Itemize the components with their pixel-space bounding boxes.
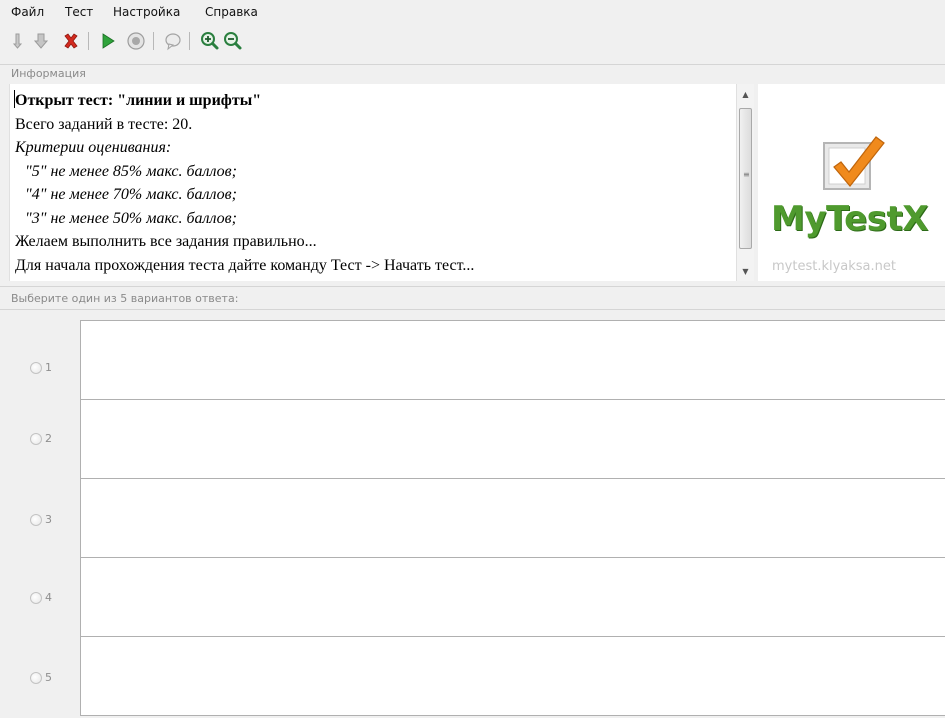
answers-list: 1 2 3 4 5 bbox=[0, 312, 945, 718]
zoom-in-button[interactable] bbox=[199, 30, 221, 52]
answers-section-label: Выберите один из 5 вариантов ответа: bbox=[11, 292, 239, 305]
stop-icon bbox=[127, 32, 145, 50]
test-title: Открыт тест: "линии и шрифты" bbox=[15, 92, 262, 109]
scroll-thumb[interactable]: ≡ bbox=[739, 108, 752, 249]
task-count: Всего заданий в тесте: 20. bbox=[15, 115, 193, 133]
answer-radio-4[interactable] bbox=[30, 592, 42, 604]
answer-option: 2 bbox=[0, 399, 945, 479]
section-divider bbox=[0, 286, 945, 287]
answer-option: 3 bbox=[0, 478, 945, 558]
answer-number: 3 bbox=[45, 513, 52, 526]
download-icon bbox=[33, 33, 49, 49]
answer-option: 5 bbox=[0, 636, 945, 716]
logo-panel: MyTestX mytest.klyaksa.net bbox=[758, 84, 945, 281]
toolbar-separator bbox=[189, 32, 190, 50]
criteria-4: "4" не менее 70% макс. баллов; bbox=[25, 186, 237, 203]
answer-number: 4 bbox=[45, 591, 52, 604]
zoom-out-icon bbox=[224, 32, 242, 50]
answer-text-box[interactable] bbox=[80, 478, 945, 558]
answer-radio-1[interactable] bbox=[30, 362, 42, 374]
logo-url: mytest.klyaksa.net bbox=[772, 259, 896, 274]
answer-radio-2[interactable] bbox=[30, 433, 42, 445]
open-icon bbox=[12, 33, 23, 49]
toolbar-separator bbox=[153, 32, 154, 50]
download-button[interactable] bbox=[30, 30, 52, 52]
comment-icon bbox=[165, 33, 181, 51]
criteria-3: "3" не менее 50% макс. баллов; bbox=[25, 209, 237, 227]
close-test-button[interactable] bbox=[60, 30, 82, 52]
answer-number: 1 bbox=[45, 361, 52, 374]
close-test-icon bbox=[64, 33, 78, 49]
menu-test[interactable]: Тест bbox=[65, 5, 93, 19]
menu-bar: Файл Тест Настройка Справка bbox=[0, 0, 945, 24]
info-section-label: Информация bbox=[11, 67, 86, 80]
comment-button[interactable] bbox=[162, 30, 184, 52]
answer-option: 4 bbox=[0, 557, 945, 637]
menu-file[interactable]: Файл bbox=[11, 5, 44, 19]
section-divider bbox=[0, 64, 945, 65]
info-panel: Открыт тест: "линии и шрифты" Всего зада… bbox=[9, 84, 736, 281]
zoom-in-icon bbox=[201, 32, 219, 50]
logo-text: MyTestX bbox=[771, 199, 928, 239]
stop-button[interactable] bbox=[125, 30, 147, 52]
open-button[interactable] bbox=[7, 30, 29, 52]
answer-number: 5 bbox=[45, 671, 52, 684]
checkmark-logo-icon bbox=[823, 136, 885, 190]
answer-number: 2 bbox=[45, 432, 52, 445]
scroll-down-icon[interactable]: ▼ bbox=[737, 263, 754, 279]
scroll-up-icon[interactable]: ▲ bbox=[737, 86, 754, 102]
wish-line: Желаем выполнить все задания правильно..… bbox=[15, 233, 317, 250]
menu-help[interactable]: Справка bbox=[205, 5, 258, 19]
info-text: Открыт тест: "линии и шрифты" Всего зада… bbox=[15, 89, 730, 277]
answer-radio-5[interactable] bbox=[30, 672, 42, 684]
start-hint: Для начала прохождения теста дайте коман… bbox=[15, 256, 475, 274]
menu-settings[interactable]: Настройка bbox=[113, 5, 180, 19]
criteria-heading: Критерии оценивания: bbox=[15, 139, 172, 156]
toolbar-separator bbox=[88, 32, 89, 50]
answer-text-box[interactable] bbox=[80, 636, 945, 716]
answer-text-box[interactable] bbox=[80, 557, 945, 637]
section-divider bbox=[0, 309, 945, 310]
zoom-out-button[interactable] bbox=[222, 30, 244, 52]
info-scrollbar[interactable]: ▲ ≡ ▼ bbox=[736, 84, 754, 281]
answer-text-box[interactable] bbox=[80, 320, 945, 400]
toolbar bbox=[0, 26, 945, 62]
criteria-5: "5" не менее 85% макс. баллов; bbox=[25, 162, 237, 180]
start-button[interactable] bbox=[97, 30, 119, 52]
grip-icon: ≡ bbox=[743, 170, 750, 179]
answer-option: 1 bbox=[0, 320, 945, 400]
answer-text-box[interactable] bbox=[80, 399, 945, 479]
answer-radio-3[interactable] bbox=[30, 514, 42, 526]
play-icon bbox=[102, 33, 115, 49]
